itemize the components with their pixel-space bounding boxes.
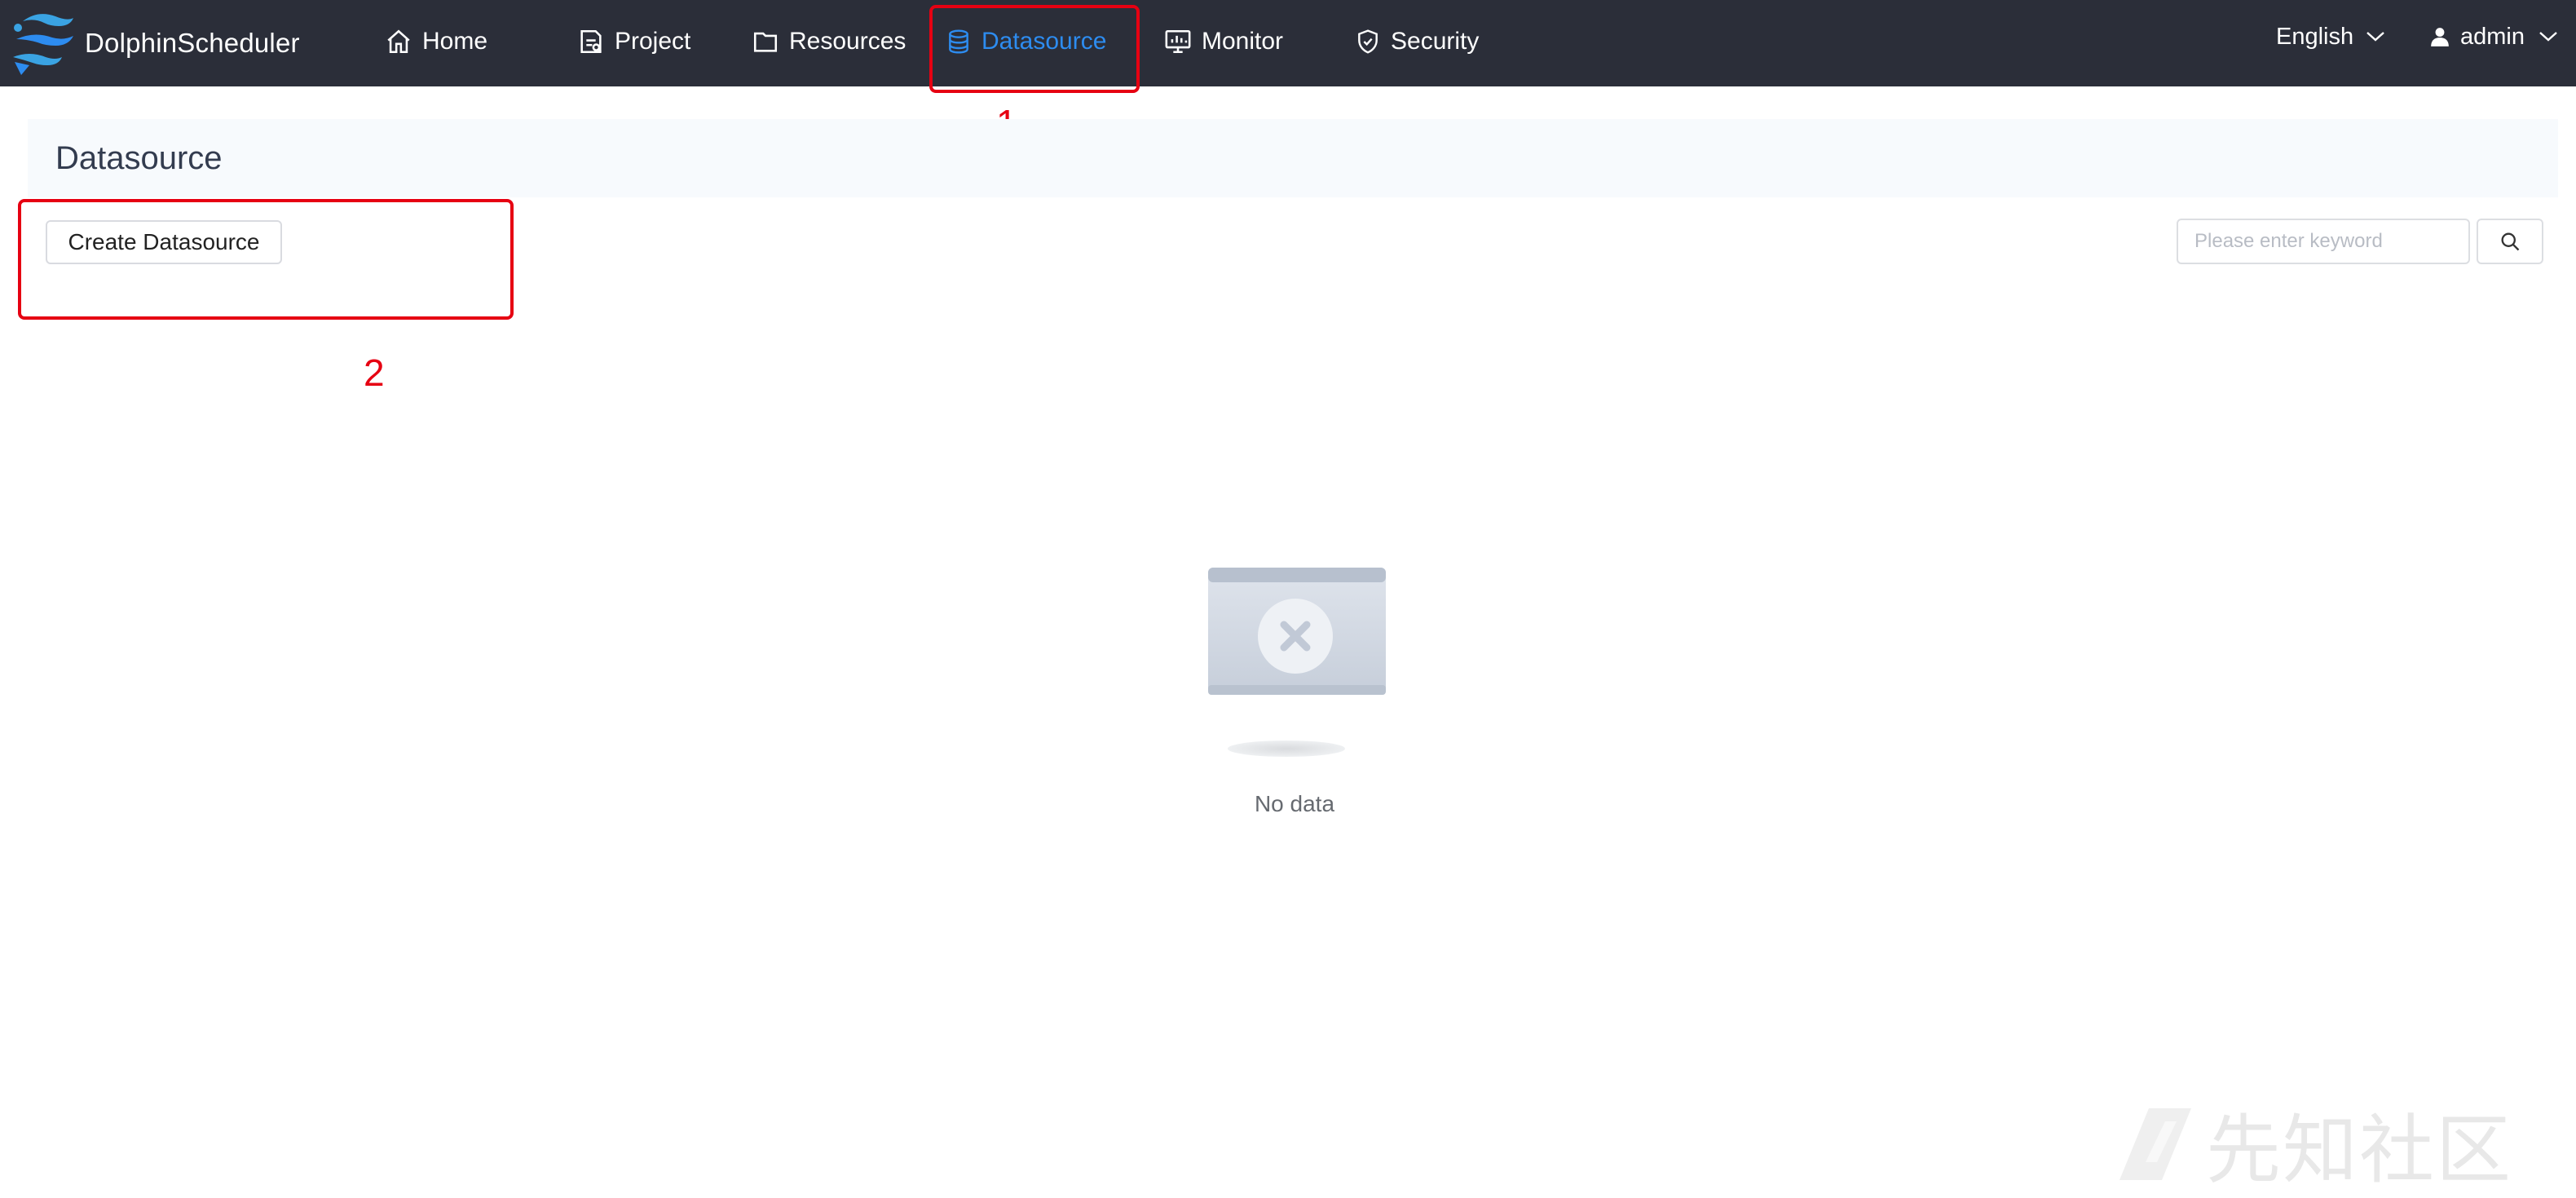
- nav-item-monitor[interactable]: Monitor: [1164, 0, 1283, 83]
- watermark-logo-icon: [2119, 1107, 2191, 1180]
- nav-item-resources[interactable]: Resources: [752, 0, 906, 83]
- nav-item-label: Monitor: [1202, 28, 1284, 55]
- no-data-illustration-icon: [1208, 568, 1386, 757]
- language-label: English: [2276, 23, 2354, 50]
- chevron-down-icon: [2366, 32, 2384, 42]
- user-name: admin: [2460, 23, 2525, 50]
- language-selector[interactable]: English: [2276, 0, 2386, 73]
- nav-item-label: Security: [1391, 28, 1480, 55]
- monitor-icon: [1165, 29, 1191, 54]
- nav-item-project[interactable]: Project: [577, 0, 690, 83]
- top-navigation-bar: DolphinScheduler Home Project Resources: [0, 0, 2576, 86]
- nav-item-label: Datasource: [981, 28, 1107, 55]
- nav-item-datasource[interactable]: Datasource: [946, 0, 1106, 83]
- project-icon: [580, 29, 602, 54]
- nav-item-home[interactable]: Home: [385, 0, 487, 83]
- search-button[interactable]: [2477, 219, 2543, 264]
- user-menu[interactable]: admin: [2429, 0, 2559, 73]
- dolphin-logo-icon: [13, 14, 73, 75]
- annotation-number-2: 2: [364, 351, 385, 394]
- empty-state-text: No data: [1254, 791, 1335, 816]
- home-icon: [387, 29, 410, 54]
- app-logo[interactable]: DolphinScheduler: [7, 5, 300, 82]
- folder-icon: [753, 32, 778, 52]
- search-input[interactable]: [2177, 219, 2470, 264]
- search-icon: [2501, 232, 2520, 251]
- page-header: Datasource: [28, 119, 2558, 197]
- nav-item-label: Resources: [789, 28, 906, 55]
- nav-item-label: Home: [422, 28, 488, 55]
- create-datasource-button[interactable]: Create Datasource: [46, 220, 282, 264]
- app-name: DolphinScheduler: [85, 28, 300, 58]
- page-title: Datasource: [55, 140, 223, 176]
- database-icon: [949, 29, 968, 54]
- watermark: 先知社区: [2116, 1090, 2512, 1198]
- nav-item-security[interactable]: Security: [1355, 0, 1479, 83]
- shield-icon: [1358, 29, 1378, 54]
- watermark-text: 先知社区: [2206, 1107, 2513, 1194]
- nav-item-label: Project: [615, 28, 691, 55]
- user-icon: [2431, 28, 2449, 46]
- chevron-down-icon: [2539, 32, 2557, 42]
